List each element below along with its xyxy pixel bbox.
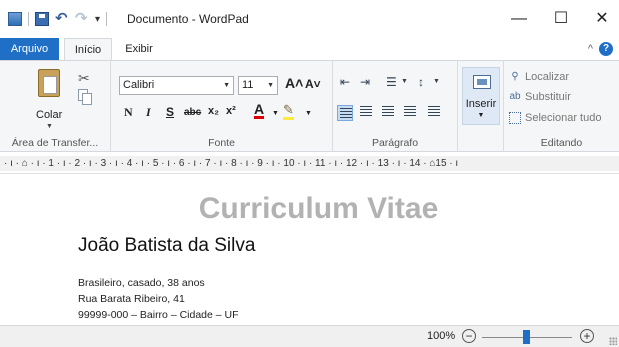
paste-icon[interactable]: [38, 69, 60, 97]
zoom-slider-thumb[interactable]: [523, 330, 530, 344]
picture-icon: [473, 75, 491, 89]
find-label: Localizar: [525, 71, 570, 83]
ruler-markings: · ı · ⌂ · ı · 1 · ı · 2 · ı · 3 · ı · 4 …: [4, 158, 459, 169]
justify-icon[interactable]: [404, 106, 416, 117]
wordpad-app-icon[interactable]: [8, 12, 22, 26]
window-title: Documento - WordPad: [127, 12, 249, 26]
redo-icon[interactable]: ↷: [75, 11, 89, 26]
editing-group-label: Editando: [540, 137, 583, 149]
document-line: 99999-000 – Bairro – Cidade – UF: [78, 309, 239, 321]
font-group-label: Fonte: [208, 137, 235, 149]
find-button[interactable]: ⚲ Localizar: [509, 71, 569, 83]
select-all-icon: [509, 112, 521, 124]
collapse-ribbon-icon[interactable]: ^: [588, 43, 593, 55]
resize-grip-icon[interactable]: [609, 337, 617, 345]
highlight-pen-icon[interactable]: ✎: [283, 103, 294, 120]
chevron-down-icon[interactable]: ▼: [401, 78, 408, 85]
ribbon: Colar ▼ ✂ Área de Transfer... Fonte Cali…: [0, 60, 619, 152]
tab-file[interactable]: Arquivo: [0, 38, 59, 61]
chevron-down-icon[interactable]: ▼: [433, 78, 440, 85]
tab-view[interactable]: Exibir: [116, 38, 162, 61]
document-heading: Curriculum Vitae: [198, 192, 439, 225]
chevron-down-icon[interactable]: ▼: [272, 110, 279, 117]
paste-button[interactable]: Colar: [36, 109, 62, 121]
toolbar-separator: [28, 12, 29, 26]
save-icon[interactable]: [35, 12, 49, 26]
zoom-out-button[interactable]: −: [462, 329, 476, 343]
superscript-button[interactable]: x²: [226, 105, 236, 117]
clipboard-group: Colar ▼ ✂ Área de Transfer...: [0, 61, 111, 152]
replace-label: Substituir: [525, 91, 571, 103]
line-spacing-icon[interactable]: ↕: [418, 75, 424, 89]
bullet-list-icon[interactable]: ☰: [386, 75, 397, 89]
zoom-in-button[interactable]: +: [580, 329, 594, 343]
copy-icon[interactable]: [78, 89, 92, 105]
font-size-value: 11: [242, 79, 254, 91]
chevron-down-icon: ▼: [223, 82, 230, 89]
document-name: João Batista da Silva: [78, 235, 256, 256]
select-all-label: Selecionar tudo: [525, 112, 602, 124]
tab-home[interactable]: Início: [64, 38, 112, 62]
close-button[interactable]: ✕: [588, 8, 616, 30]
chevron-down-icon: ▼: [477, 112, 485, 119]
maximize-button[interactable]: ☐: [547, 8, 575, 30]
text-color-button[interactable]: A: [254, 102, 265, 119]
help-icon[interactable]: ?: [599, 42, 613, 56]
undo-icon[interactable]: ↶: [55, 11, 69, 26]
paste-dropdown-icon[interactable]: ▼: [46, 123, 53, 130]
shrink-font-icon[interactable]: A˅: [305, 77, 321, 91]
ruler[interactable]: · ı · ⌂ · ı · 1 · ı · 2 · ı · 3 · ı · 4 …: [0, 153, 619, 174]
align-left-icon[interactable]: [337, 105, 353, 121]
insert-label: Inserir: [465, 98, 497, 110]
chevron-down-icon[interactable]: ▼: [305, 110, 312, 117]
status-bar: 100% − +: [0, 325, 619, 347]
title-bar: ↶ ↷ ▾ Documento - WordPad — ☐ ✕: [0, 0, 619, 38]
document-line: Brasileiro, casado, 38 anos: [78, 277, 205, 289]
quick-access-toolbar: ↶ ↷ ▾: [8, 11, 108, 26]
grow-font-icon[interactable]: A˄: [285, 75, 303, 91]
ribbon-tabs: Arquivo Início Exibir ^ ?: [0, 38, 619, 62]
bold-button[interactable]: N: [124, 105, 133, 120]
font-family-select[interactable]: Calibri ▼: [119, 76, 234, 95]
document-area[interactable]: Curriculum Vitae João Batista da Silva B…: [0, 175, 619, 325]
italic-button[interactable]: I: [146, 105, 151, 120]
decrease-indent-icon[interactable]: ⇤: [340, 75, 350, 89]
toolbar-separator: [106, 12, 108, 26]
align-right-icon[interactable]: [382, 106, 394, 117]
document-line: Rua Barata Ribeiro, 41: [78, 293, 185, 305]
ruler-track: · ı · ⌂ · ı · 1 · ı · 2 · ı · 3 · ı · 4 …: [0, 156, 619, 171]
minimize-button[interactable]: —: [505, 8, 533, 30]
binoculars-icon: ⚲: [511, 71, 519, 82]
replace-icon: ab: [509, 91, 521, 102]
increase-indent-icon[interactable]: ⇥: [360, 75, 370, 89]
font-size-select[interactable]: 11 ▼: [238, 76, 278, 95]
paragraph-group-label: Parágrafo: [371, 137, 419, 149]
cut-icon[interactable]: ✂: [78, 70, 90, 87]
replace-button[interactable]: ab Substituir: [509, 91, 571, 103]
underline-button[interactable]: S: [166, 105, 174, 119]
chevron-down-icon: ▼: [267, 82, 274, 89]
select-all-button[interactable]: Selecionar tudo: [509, 112, 601, 124]
clipboard-group-label: Área de Transfer...: [11, 137, 99, 149]
subscript-button[interactable]: x₂: [208, 105, 219, 117]
customize-toolbar-dropdown-icon[interactable]: ▾: [95, 14, 100, 25]
paragraph-settings-icon[interactable]: [428, 106, 440, 117]
insert-button[interactable]: Inserir ▼: [462, 67, 500, 125]
align-center-icon[interactable]: [360, 106, 372, 117]
font-family-value: Calibri: [123, 79, 155, 91]
strikethrough-button[interactable]: abc: [184, 107, 201, 118]
zoom-level: 100%: [427, 330, 456, 342]
